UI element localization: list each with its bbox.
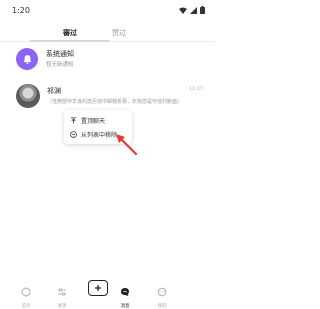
red-arrow-annotation xyxy=(116,134,138,156)
nav-messages-label: 消息 xyxy=(120,304,130,309)
message-icon xyxy=(121,288,129,296)
hexagon-icon xyxy=(21,287,31,297)
nav-messages[interactable]: 消息 xyxy=(113,282,137,309)
plus-icon xyxy=(95,285,101,291)
bottom-nav: 首页 发现 消息 我的 xyxy=(0,279,215,309)
profile-icon xyxy=(157,287,167,297)
nav-discover-label: 发现 xyxy=(57,304,67,309)
sliders-icon xyxy=(58,288,66,296)
nav-home[interactable]: 首页 xyxy=(14,282,38,309)
nav-profile[interactable]: 我的 xyxy=(150,282,174,309)
create-button[interactable] xyxy=(88,280,108,296)
nav-profile-label: 我的 xyxy=(157,304,167,309)
nav-home-label: 首页 xyxy=(21,304,31,309)
nav-discover[interactable]: 发现 xyxy=(50,282,74,309)
